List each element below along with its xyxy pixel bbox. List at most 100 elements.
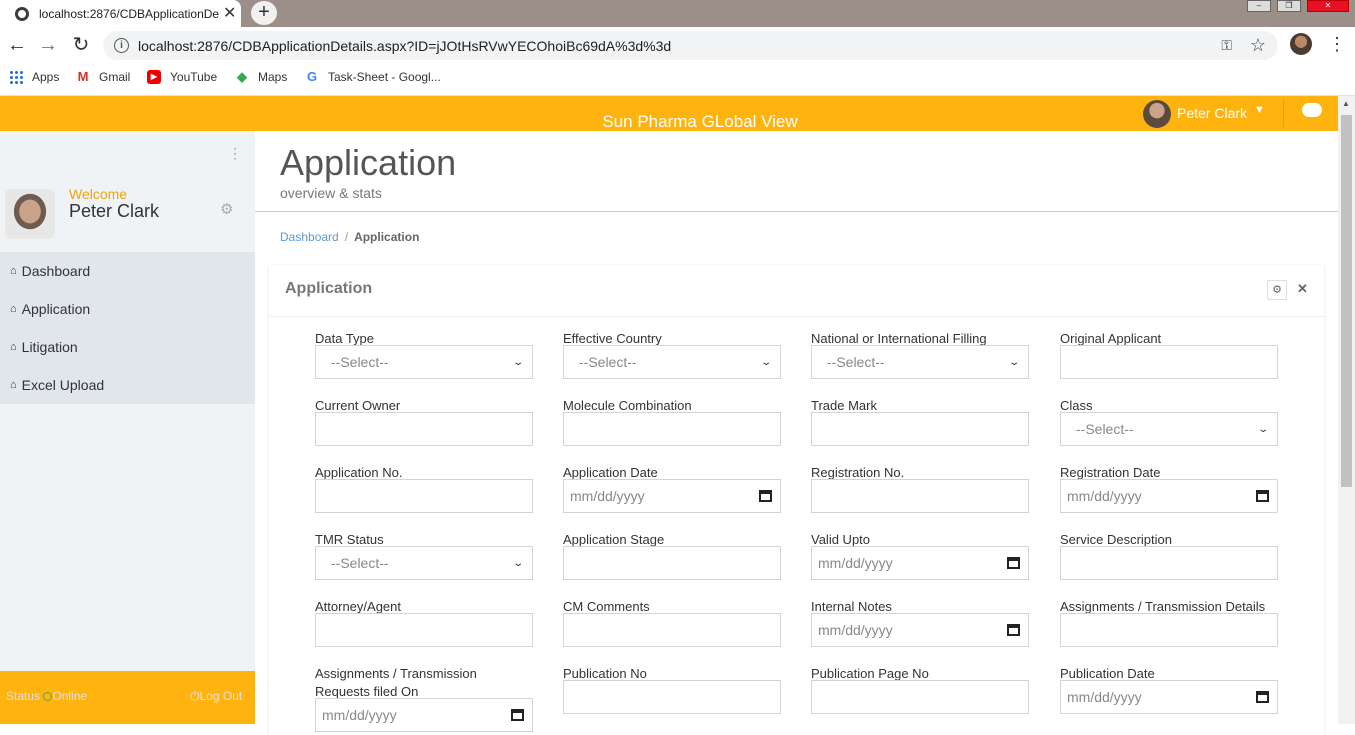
address-bar[interactable]: i localhost:2876/CDBApplicationDetails.a… bbox=[103, 31, 1278, 60]
scroll-up-arrow-icon[interactable]: ▲ bbox=[1342, 99, 1350, 108]
breadcrumb-current: Application bbox=[354, 230, 420, 244]
publication-no-input[interactable] bbox=[563, 680, 781, 714]
forward-arrow-icon[interactable]: → bbox=[36, 33, 60, 57]
panel-gear-icon[interactable]: ⚙ bbox=[1267, 280, 1287, 300]
cm-comments-input[interactable] bbox=[563, 613, 781, 647]
close-window-button[interactable]: ✕ bbox=[1307, 0, 1349, 12]
apps-grid-icon bbox=[9, 70, 23, 84]
current-owner-input[interactable] bbox=[315, 412, 533, 446]
molecule-combination-input[interactable] bbox=[563, 412, 781, 446]
tab-title: localhost:2876/CDBApplicationDe bbox=[39, 6, 219, 21]
window-controls: – ❐ ✕ bbox=[1241, 0, 1349, 12]
profile-avatar[interactable] bbox=[1290, 33, 1312, 55]
sidebar-footer: Status Online ⏻Log Out bbox=[0, 671, 255, 724]
restore-button[interactable]: ❐ bbox=[1277, 0, 1301, 12]
trade-mark-input[interactable] bbox=[811, 412, 1029, 446]
welcome-label: Welcome bbox=[69, 186, 128, 202]
sidebar-item-litigation[interactable]: ⌂ Litigation bbox=[0, 328, 255, 366]
field-publication-date: Publication Date mm/dd/yyyy bbox=[1060, 665, 1278, 714]
url-text[interactable]: localhost:2876/CDBApplicationDetails.asp… bbox=[138, 38, 671, 54]
breadcrumb-dashboard-link[interactable]: Dashboard bbox=[280, 230, 339, 244]
attorney-agent-input[interactable] bbox=[315, 613, 533, 647]
home-icon: ⌂ bbox=[10, 379, 17, 391]
breadcrumb: Dashboard / Application bbox=[280, 230, 419, 244]
application-no-input[interactable] bbox=[315, 479, 533, 513]
select-value: --Select-- bbox=[579, 354, 637, 370]
assignments-transmission-requests-filed-on-date-input[interactable]: mm/dd/yyyy bbox=[315, 698, 533, 732]
key-icon[interactable]: ⚿ bbox=[1221, 37, 1232, 54]
header-user-name[interactable]: Peter Clark bbox=[1177, 105, 1247, 121]
bookmark-youtube[interactable]: ▶ YouTube bbox=[147, 70, 217, 84]
calendar-icon[interactable] bbox=[759, 490, 772, 502]
field-class: Class --Select-- ⌄ bbox=[1060, 397, 1278, 446]
new-tab-button[interactable]: + bbox=[251, 1, 277, 25]
date-placeholder: mm/dd/yyyy bbox=[570, 488, 645, 504]
calendar-icon[interactable] bbox=[1007, 557, 1020, 569]
field-assignments-transmission-requests-filed-on: Assignments / Transmission Requests file… bbox=[315, 665, 533, 732]
field-valid-upto: Valid Upto mm/dd/yyyy bbox=[811, 531, 1029, 580]
scroll-thumb[interactable] bbox=[1341, 115, 1352, 487]
breadcrumb-separator: / bbox=[344, 230, 349, 244]
google-icon: G bbox=[306, 69, 318, 84]
class-select[interactable]: --Select-- ⌄ bbox=[1060, 412, 1278, 446]
sidebar-item-dashboard[interactable]: ⌂ Dashboard bbox=[0, 252, 255, 290]
field-service-description: Service Description bbox=[1060, 531, 1278, 580]
valid-upto-date-input[interactable]: mm/dd/yyyy bbox=[811, 546, 1029, 580]
bookmark-apps[interactable]: Apps bbox=[9, 70, 59, 84]
field-internal-notes: Internal Notes mm/dd/yyyy bbox=[811, 598, 1029, 647]
application-stage-input[interactable] bbox=[563, 546, 781, 580]
more-menu-icon[interactable]: ⋮ bbox=[1328, 33, 1346, 55]
page-title: Application bbox=[280, 142, 457, 183]
star-icon[interactable]: ☆ bbox=[1250, 35, 1266, 56]
calendar-icon[interactable] bbox=[1256, 691, 1269, 703]
internal-notes-date-input[interactable]: mm/dd/yyyy bbox=[811, 613, 1029, 647]
field-registration-no: Registration No. bbox=[811, 464, 1029, 513]
calendar-icon[interactable] bbox=[1256, 490, 1269, 502]
field-current-owner: Current Owner bbox=[315, 397, 533, 446]
registration-no-input[interactable] bbox=[811, 479, 1029, 513]
field-molecule-combination: Molecule Combination bbox=[563, 397, 781, 446]
effective-country-select[interactable]: --Select-- ⌄ bbox=[563, 345, 781, 379]
assignments-transmission-details-input[interactable] bbox=[1060, 613, 1278, 647]
header-divider-line bbox=[255, 211, 1338, 212]
select-value: --Select-- bbox=[1076, 421, 1134, 437]
sidebar-item-excel-upload[interactable]: ⌂ Excel Upload bbox=[0, 366, 255, 404]
minimize-button[interactable]: – bbox=[1247, 0, 1271, 12]
chevron-down-icon[interactable]: ▼ bbox=[1254, 104, 1265, 116]
page-subtitle: overview & stats bbox=[280, 185, 382, 201]
field-application-no: Application No. bbox=[315, 464, 533, 513]
browser-tab[interactable]: localhost:2876/CDBApplicationDe ✕ bbox=[0, 0, 241, 27]
bookmark-maps[interactable]: ◆ Maps bbox=[235, 70, 287, 85]
reload-icon[interactable]: ↻ bbox=[69, 33, 93, 57]
bookmark-gmail[interactable]: M Gmail bbox=[76, 70, 131, 85]
page-scrollbar[interactable]: ▲ bbox=[1338, 96, 1355, 724]
tab-close-button[interactable]: ✕ bbox=[223, 5, 236, 22]
header-avatar[interactable] bbox=[1143, 100, 1171, 128]
chevron-down-icon: ⌄ bbox=[1256, 423, 1269, 435]
app-header: Sun Pharma GLobal View Peter Clark ▼ bbox=[0, 96, 1338, 131]
cloud-logout-icon[interactable] bbox=[1302, 103, 1322, 117]
sidebar-menu: ⌂ Dashboard ⌂ Application ⌂ Litigation ⌂ Exc… bbox=[0, 252, 255, 404]
application-date-date-input[interactable]: mm/dd/yyyy bbox=[563, 479, 781, 513]
national-or-international-filling-select[interactable]: --Select-- ⌄ bbox=[811, 345, 1029, 379]
gear-icon[interactable]: ⚙ bbox=[220, 200, 233, 218]
info-icon[interactable]: i bbox=[114, 38, 129, 53]
bookmark-task-sheet[interactable]: G Task-Sheet - Googl... bbox=[305, 69, 441, 85]
service-description-input[interactable] bbox=[1060, 546, 1278, 580]
sidebar-toggle-icon[interactable]: ⋮ bbox=[228, 145, 242, 162]
publication-date-date-input[interactable]: mm/dd/yyyy bbox=[1060, 680, 1278, 714]
publication-page-no-input[interactable] bbox=[811, 680, 1029, 714]
tmr-status-select[interactable]: --Select-- ⌄ bbox=[315, 546, 533, 580]
home-icon: ⌂ bbox=[10, 265, 17, 277]
home-icon: ⌂ bbox=[10, 341, 17, 353]
data-type-select[interactable]: --Select-- ⌄ bbox=[315, 345, 533, 379]
calendar-icon[interactable] bbox=[511, 709, 524, 721]
close-icon[interactable]: ✕ bbox=[1297, 281, 1308, 297]
calendar-icon[interactable] bbox=[1007, 624, 1020, 636]
original-applicant-input[interactable] bbox=[1060, 345, 1278, 379]
sidebar-item-application[interactable]: ⌂ Application bbox=[0, 290, 255, 328]
logout-button[interactable]: ⏻Log Out bbox=[190, 689, 242, 704]
registration-date-date-input[interactable]: mm/dd/yyyy bbox=[1060, 479, 1278, 513]
back-arrow-icon[interactable]: ← bbox=[5, 33, 29, 57]
application-form-panel: Application ⚙ ✕ Data Type --Select-- ⌄ Effe… bbox=[269, 265, 1324, 735]
